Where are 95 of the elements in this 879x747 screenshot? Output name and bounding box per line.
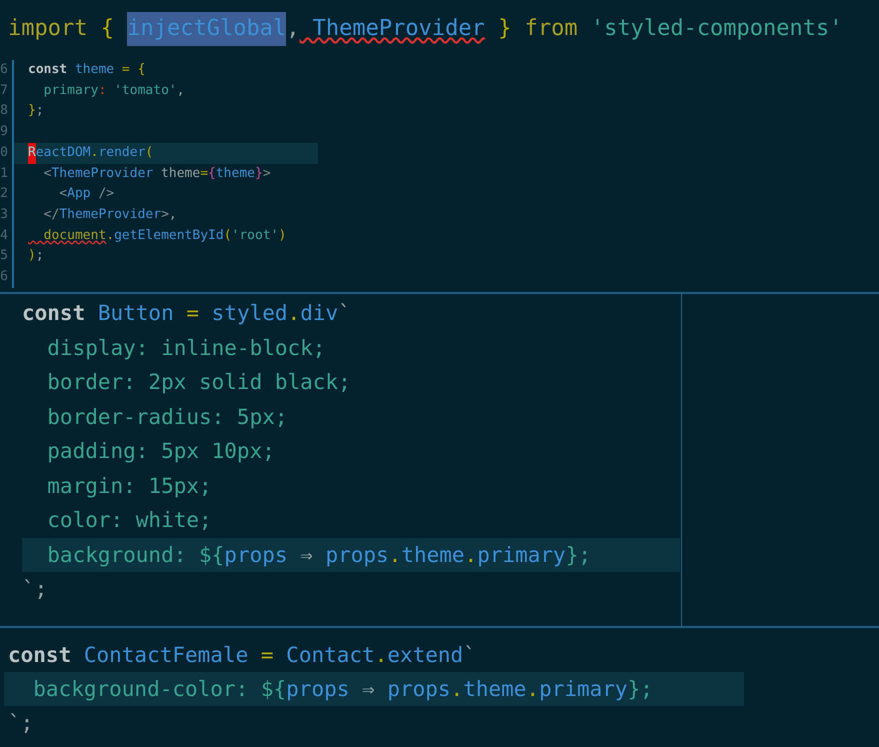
code-token: { (100, 15, 115, 43)
code-token: render (98, 144, 146, 162)
code-token: . (526, 676, 540, 703)
code-token: < (58, 185, 68, 204)
code-token: injectGlobal (127, 12, 286, 46)
code-token: `; (8, 710, 34, 737)
code-token: ⇒ (299, 542, 313, 568)
code-token: , (168, 206, 177, 224)
code-token: < (42, 164, 52, 183)
code-token: ThemeProvider (312, 15, 485, 43)
code-token: ⇒ (361, 676, 375, 703)
code-token: padding: 5px 10px; (46, 438, 275, 465)
code-token: props (286, 676, 350, 703)
code-token: ) (278, 226, 286, 245)
code-token: App (67, 185, 91, 204)
code-token: color: white; (46, 507, 212, 534)
code-token: , (286, 15, 300, 43)
line-number: 8 (0, 101, 14, 122)
code-token: eactDOM (36, 144, 91, 162)
code-token: display: inline-block; (46, 334, 326, 362)
code-token: styled (210, 300, 288, 327)
code-token: border: 2px solid black; (46, 369, 351, 396)
code-token: theme (463, 676, 526, 703)
code-token: `; (22, 576, 48, 603)
code-token: const (28, 61, 68, 79)
line-number: 2 (0, 184, 14, 205)
code-token: div (300, 300, 338, 327)
code-token: extend (387, 642, 464, 669)
code-token: ThemeProvider (59, 206, 162, 224)
code-token: , (176, 82, 185, 100)
code-token: = (185, 300, 200, 327)
code-token: { (208, 164, 216, 183)
code-token: document (42, 226, 106, 245)
line-number: 5 (0, 246, 14, 268)
code-token: primary (477, 542, 566, 568)
code-token: </ (42, 206, 60, 224)
code-token: = (200, 164, 208, 183)
code-token: . (288, 300, 300, 327)
code-token: background: ${ (46, 542, 224, 568)
code-token: ( (145, 144, 154, 162)
code-token: props (224, 542, 288, 568)
code-token: ; (36, 247, 44, 266)
code-token: } (255, 164, 263, 183)
line-number: 6 (0, 60, 14, 81)
code-token: const (8, 642, 72, 669)
code-token: getElementById (114, 226, 224, 245)
code-token: > (262, 164, 271, 183)
code-token: . (450, 676, 464, 703)
code-token: . (388, 542, 402, 568)
code-token: props (386, 676, 451, 703)
line-number: 9 (0, 122, 14, 143)
code-token: : (98, 82, 106, 100)
code-token: border-radius: 5px; (46, 404, 288, 430)
code-token: props (324, 542, 389, 568)
code-token: ContactFemale (82, 642, 248, 669)
code-token: 'root' (232, 226, 278, 245)
code-token: Button (96, 300, 174, 327)
code-token: theme (160, 164, 200, 183)
line-number: 6 (0, 267, 14, 288)
code-token: ThemeProvider (51, 164, 154, 183)
code-token: 'styled-components' (590, 15, 843, 43)
code-token: import (8, 15, 88, 43)
code-token: theme (74, 61, 114, 79)
code-token: primary (539, 676, 628, 703)
code-token: }; (628, 676, 653, 703)
code-token: }; (566, 542, 592, 568)
code-token: primary (42, 82, 98, 100)
code-token: ( (224, 226, 232, 245)
code-token: 'tomato' (113, 82, 177, 100)
code-token: ` (463, 642, 476, 669)
code-token: } (497, 15, 512, 43)
code-token: . (374, 642, 388, 669)
text-cursor: R (28, 142, 36, 164)
code-token: = { (120, 61, 146, 79)
code-token: ) (28, 247, 36, 266)
code-token: > (161, 206, 169, 224)
code-token: from (524, 15, 578, 43)
code-token: /> (97, 185, 114, 204)
code-token: margin: 15px; (46, 472, 212, 500)
code-token: ` (338, 300, 351, 327)
code-token: theme (216, 164, 255, 183)
line-number: 1 (0, 164, 14, 184)
code-token: const (22, 300, 86, 327)
code-token: } (28, 102, 36, 120)
code-token: Contact (285, 642, 375, 669)
line-number: 4 (0, 226, 14, 246)
code-token: . (106, 226, 114, 245)
code-token: . (464, 542, 478, 568)
code-token: = (260, 642, 274, 669)
code-token: ; (36, 102, 44, 120)
code-token: . (90, 144, 98, 162)
code-token: background-color: ${ (32, 676, 286, 703)
code-token: theme (401, 542, 465, 568)
line-number: 7 (0, 80, 14, 102)
line-number: 3 (0, 204, 14, 226)
